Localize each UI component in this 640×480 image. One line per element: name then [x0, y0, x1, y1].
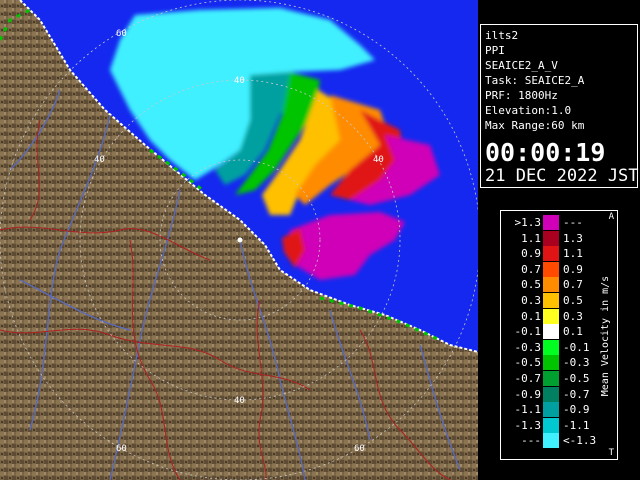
legend-row-high: -0.5 — [563, 372, 590, 385]
legend-row-high: -1.1 — [563, 418, 590, 432]
legend-swatch — [543, 324, 559, 340]
legend-row: -0.9 -0.7 — [501, 386, 601, 402]
legend-row-low: 0.7 — [521, 262, 541, 276]
legend-swatch — [543, 386, 559, 402]
radar-ppi-map[interactable]: 60 40 40 40 40 60 60 — [0, 0, 478, 480]
legend-swatch — [543, 230, 559, 246]
range-label-top-60: 60 — [116, 29, 127, 39]
legend-swatch — [543, 246, 559, 262]
legend-row: 0.1 0.3 — [501, 308, 601, 324]
legend-row-low: 0.3 — [521, 294, 541, 307]
legend-row: -0.3 -0.1 — [501, 339, 601, 355]
range-label-right-40: 40 — [373, 155, 384, 165]
legend-row-high: 0.1 — [563, 325, 583, 339]
radar-site-marker — [237, 237, 243, 243]
legend-row-high: -0.9 — [563, 403, 590, 417]
scan-info-panel: ilts2 PPI SEAICE2_A_V Task: SEAICE2_A PR… — [480, 24, 639, 188]
product-name: SEAICE2_A_V — [485, 59, 558, 72]
legend-row-high: -0.1 — [563, 340, 590, 354]
legend-row-high: -0.3 — [563, 356, 590, 370]
legend-row-low: 0.5 — [521, 278, 541, 292]
legend-swatch — [543, 277, 559, 293]
legend-row-high: 0.3 — [563, 309, 583, 323]
legend-row: -0.7 -0.5 — [501, 371, 601, 386]
legend-row: -0.1 0.1 — [501, 324, 601, 340]
scan-time: 00:00:19 — [485, 138, 606, 167]
task-name: Task: SEAICE2_A — [485, 74, 585, 87]
legend-row: -1.3 -1.1 — [501, 417, 601, 433]
legend-row-low: -1.3 — [514, 418, 542, 432]
range-label-bottomright-60: 60 — [354, 444, 365, 454]
legend-row: 0.9 1.1 — [501, 246, 601, 262]
legend-row-low: -0.5 — [514, 356, 542, 370]
legend-swatch — [543, 339, 559, 355]
legend-row-low: -0.3 — [514, 340, 542, 354]
legend-unit: Mean Velocity in m/s — [600, 275, 611, 397]
max-range-value: Max Range:60 km — [485, 119, 585, 132]
elevation-value: Elevation:1.0 — [485, 104, 572, 117]
legend-row-high: --- — [563, 216, 583, 229]
legend-swatch — [543, 308, 559, 324]
prf-value: PRF: 1800Hz — [485, 89, 558, 102]
legend-swatch — [543, 215, 559, 230]
legend-swatch — [543, 371, 559, 386]
legend-row: 0.5 0.7 — [501, 277, 601, 293]
legend-row: 0.3 0.5 — [501, 293, 601, 308]
legend-swatch — [543, 355, 559, 371]
legend-row: -0.5 -0.3 — [501, 355, 601, 371]
range-label-left-40: 40 — [94, 155, 105, 165]
legend-row: 0.7 0.9 — [501, 261, 601, 277]
legend-row-high: 1.1 — [563, 247, 583, 261]
scan-mode: PPI — [485, 44, 505, 57]
legend-swatch — [543, 261, 559, 277]
legend-row-low: --- — [521, 434, 541, 448]
range-label-bottom-40: 40 — [234, 396, 245, 406]
legend-row-low: 0.1 — [521, 309, 541, 323]
legend-swatch — [543, 433, 559, 449]
legend-row-low: >1.3 — [514, 216, 542, 229]
legend-row: --- <-1.3 — [501, 433, 601, 449]
legend-row-low: 1.1 — [521, 231, 541, 245]
legend-row-high: 0.7 — [563, 278, 583, 292]
scan-date: 21 DEC 2022 JST — [485, 166, 639, 186]
range-label-bottomleft-60: 60 — [116, 444, 127, 454]
legend-corner-top: A — [608, 212, 614, 222]
legend-row: >1.3 --- — [501, 215, 601, 230]
legend-row-high: 0.9 — [563, 262, 583, 276]
radar-name: ilts2 — [485, 29, 519, 42]
legend-row-high: 1.3 — [563, 231, 583, 245]
legend-corner-bottom: T — [608, 448, 614, 458]
legend-row-low: -0.1 — [514, 325, 542, 339]
legend-row-low: -0.7 — [514, 372, 542, 385]
legend-swatch — [543, 402, 559, 418]
legend-swatch — [543, 417, 559, 433]
legend-row-high: 0.5 — [563, 294, 583, 307]
legend-row-low: -1.1 — [514, 403, 542, 417]
legend-row-low: 0.9 — [521, 247, 541, 261]
legend-swatch — [543, 293, 559, 308]
legend-row: 1.1 1.3 — [501, 230, 601, 246]
legend-row-high: <-1.3 — [563, 434, 597, 448]
velocity-legend: A >1.3 --- 1.1 1.3 0.9 1.1 0.7 0.9 0.5 0.7 0.3 0.5 0… — [500, 210, 618, 460]
legend-row: -1.1 -0.9 — [501, 402, 601, 418]
range-label-top-40: 40 — [234, 76, 245, 86]
legend-row-low: -0.9 — [514, 387, 542, 401]
legend-row-high: -0.7 — [563, 387, 590, 401]
